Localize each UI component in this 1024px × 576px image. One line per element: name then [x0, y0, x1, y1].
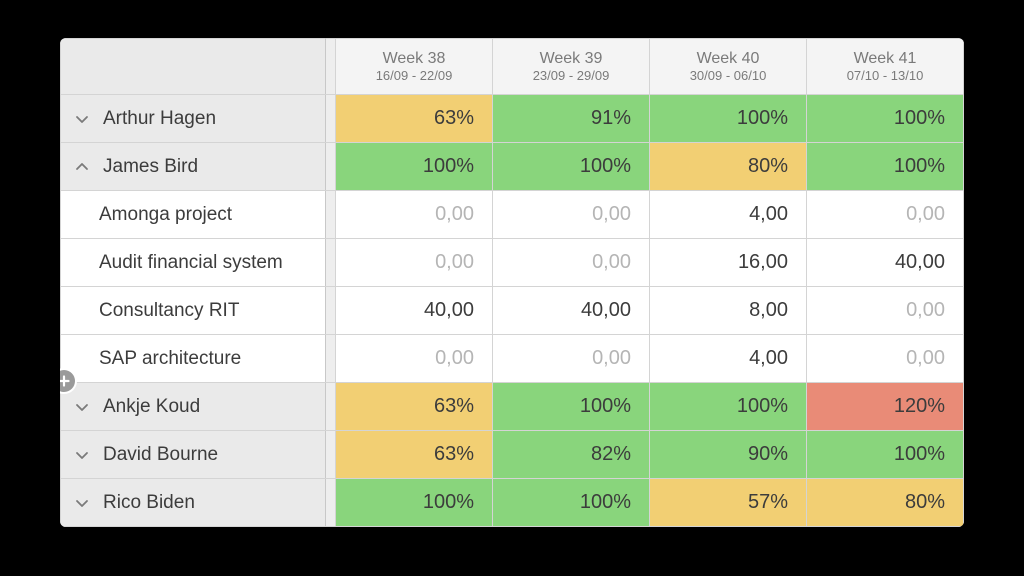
- person-name-cell[interactable]: Arthur Hagen: [61, 95, 326, 143]
- row-gutter: [326, 143, 336, 191]
- header-week-0[interactable]: Week 38 16/09 - 22/09: [336, 39, 493, 95]
- project-name-label: Consultancy RIT: [71, 300, 239, 322]
- hours-cell[interactable]: 0,00: [336, 335, 493, 383]
- utilization-cell[interactable]: 82%: [493, 431, 650, 479]
- row-gutter: [326, 479, 336, 527]
- hours-cell[interactable]: 0,00: [336, 191, 493, 239]
- utilization-cell[interactable]: 100%: [650, 383, 807, 431]
- utilization-cell[interactable]: 63%: [336, 431, 493, 479]
- utilization-cell[interactable]: 100%: [493, 143, 650, 191]
- project-row: Consultancy RIT40,0040,008,000,00: [61, 287, 964, 335]
- hours-cell[interactable]: 40,00: [336, 287, 493, 335]
- hours-cell[interactable]: 0,00: [807, 287, 964, 335]
- utilization-cell[interactable]: 90%: [650, 431, 807, 479]
- row-gutter: [326, 335, 336, 383]
- project-name-label: Amonga project: [71, 204, 232, 226]
- person-name-cell[interactable]: Ankje Koud: [61, 383, 326, 431]
- person-name-label: David Bourne: [103, 444, 218, 466]
- utilization-cell[interactable]: 57%: [650, 479, 807, 527]
- utilization-cell[interactable]: 63%: [336, 383, 493, 431]
- person-name-label: Rico Biden: [103, 492, 195, 514]
- person-row: Arthur Hagen63%91%100%100%: [61, 95, 964, 143]
- project-name-label: SAP architecture: [71, 348, 241, 370]
- utilization-cell[interactable]: 100%: [650, 95, 807, 143]
- chevron-down-icon[interactable]: [71, 108, 93, 130]
- hours-cell[interactable]: 0,00: [807, 191, 964, 239]
- utilization-cell[interactable]: 100%: [807, 431, 964, 479]
- person-row: James Bird100%100%80%100%: [61, 143, 964, 191]
- chevron-up-icon[interactable]: [71, 156, 93, 178]
- person-row: Ankje Koud63%100%100%120%: [61, 383, 964, 431]
- person-name-cell[interactable]: David Bourne: [61, 431, 326, 479]
- project-name-cell: SAP architecture: [61, 335, 326, 383]
- project-row: Amonga project0,000,004,000,00: [61, 191, 964, 239]
- hours-cell[interactable]: 0,00: [336, 239, 493, 287]
- person-name-label: Arthur Hagen: [103, 108, 216, 130]
- project-name-cell: Amonga project: [61, 191, 326, 239]
- utilization-cell[interactable]: 91%: [493, 95, 650, 143]
- chevron-down-icon[interactable]: [71, 396, 93, 418]
- utilization-cell[interactable]: 100%: [807, 95, 964, 143]
- person-name-label: James Bird: [103, 156, 198, 178]
- person-row: David Bourne 63%82%90%100%: [61, 431, 964, 479]
- person-name-cell[interactable]: Rico Biden: [61, 479, 326, 527]
- person-name-cell[interactable]: James Bird: [61, 143, 326, 191]
- utilization-cell[interactable]: 100%: [493, 479, 650, 527]
- hours-cell[interactable]: 40,00: [807, 239, 964, 287]
- utilization-cell[interactable]: 100%: [493, 383, 650, 431]
- hours-cell[interactable]: 8,00: [650, 287, 807, 335]
- header-gutter: [326, 39, 336, 95]
- hours-cell[interactable]: 0,00: [807, 335, 964, 383]
- row-gutter: [326, 431, 336, 479]
- row-gutter: [326, 239, 336, 287]
- header-week-2[interactable]: Week 40 30/09 - 06/10: [650, 39, 807, 95]
- project-row: SAP architecture 0,000,004,000,00: [61, 335, 964, 383]
- utilization-cell[interactable]: 80%: [650, 143, 807, 191]
- person-name-label: Ankje Koud: [103, 396, 200, 418]
- hours-cell[interactable]: 0,00: [493, 239, 650, 287]
- header-week-1[interactable]: Week 39 23/09 - 29/09: [493, 39, 650, 95]
- project-name-cell: Audit financial system: [61, 239, 326, 287]
- chevron-down-icon[interactable]: [71, 444, 93, 466]
- project-name-label: Audit financial system: [71, 252, 283, 274]
- utilization-cell[interactable]: 100%: [807, 143, 964, 191]
- capacity-table: Week 38 16/09 - 22/09 Week 39 23/09 - 29…: [60, 38, 964, 527]
- row-gutter: [326, 95, 336, 143]
- header-name-column: [61, 39, 326, 95]
- person-row: Rico Biden100%100%57%80%: [61, 479, 964, 527]
- hours-cell[interactable]: 4,00: [650, 191, 807, 239]
- hours-cell[interactable]: 0,00: [493, 335, 650, 383]
- utilization-cell[interactable]: 63%: [336, 95, 493, 143]
- hours-cell[interactable]: 0,00: [493, 191, 650, 239]
- utilization-cell[interactable]: 100%: [336, 479, 493, 527]
- chevron-down-icon[interactable]: [71, 492, 93, 514]
- project-name-cell: Consultancy RIT: [61, 287, 326, 335]
- hours-cell[interactable]: 16,00: [650, 239, 807, 287]
- project-row: Audit financial system0,000,0016,0040,00: [61, 239, 964, 287]
- hours-cell[interactable]: 40,00: [493, 287, 650, 335]
- row-gutter: [326, 383, 336, 431]
- utilization-cell[interactable]: 120%: [807, 383, 964, 431]
- row-gutter: [326, 287, 336, 335]
- hours-cell[interactable]: 4,00: [650, 335, 807, 383]
- row-gutter: [326, 191, 336, 239]
- utilization-cell[interactable]: 80%: [807, 479, 964, 527]
- header-week-3[interactable]: Week 41 07/10 - 13/10: [807, 39, 964, 95]
- utilization-cell[interactable]: 100%: [336, 143, 493, 191]
- capacity-planning-panel: Week 38 16/09 - 22/09 Week 39 23/09 - 29…: [60, 38, 964, 527]
